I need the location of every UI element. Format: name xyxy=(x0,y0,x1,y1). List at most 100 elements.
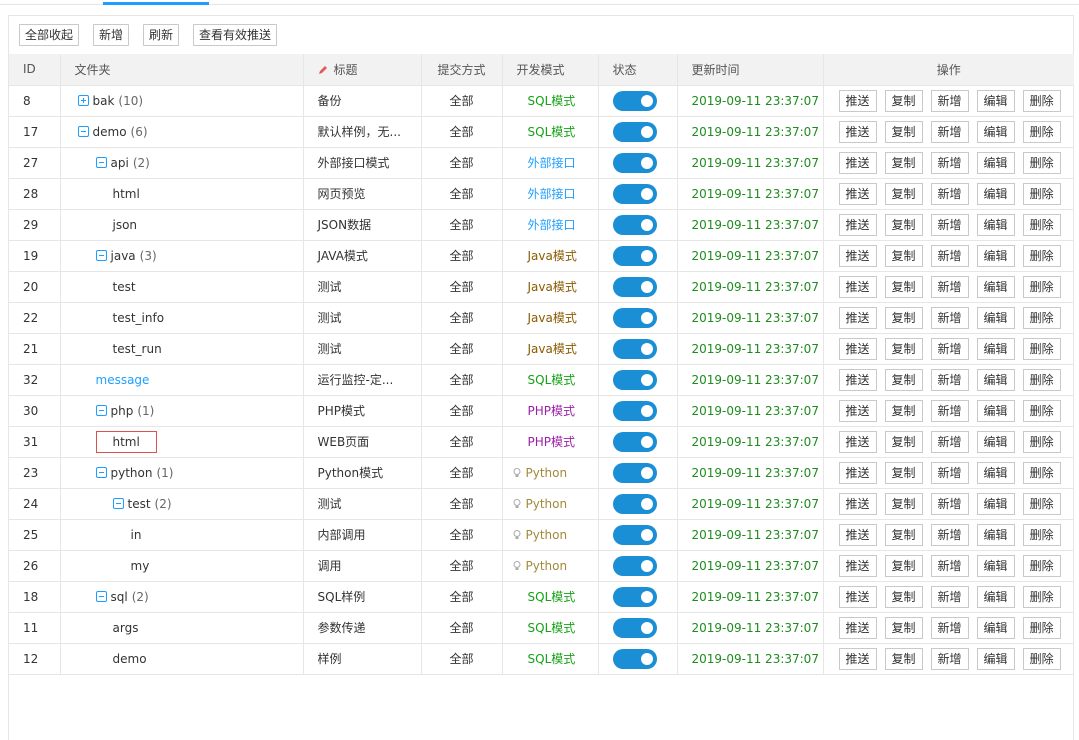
table-row[interactable]: 17 demo (6) 默认样例，无... 全部 SQL模式 2019-09-11 23:3… xyxy=(9,116,1074,148)
table-row[interactable]: 8 bak (10) 备份 全部 SQL模式 2019-09-11 23:37:07 推送 复制… xyxy=(9,85,1074,117)
folder-name[interactable]: my xyxy=(131,559,150,573)
delete-button[interactable]: 删除 xyxy=(1022,368,1061,391)
table-row[interactable]: 28 html 网页预览 全部 外部接口 2019-09-11 23:37:07 推送 复制新… xyxy=(9,178,1074,210)
folder-name[interactable]: demo xyxy=(113,652,147,666)
add-row-button[interactable]: 新增 xyxy=(930,492,969,515)
copy-button[interactable]: 复制 xyxy=(884,182,923,205)
status-toggle[interactable] xyxy=(612,276,657,297)
edit-button[interactable]: 编辑 xyxy=(976,399,1015,422)
push-button[interactable]: 推送 xyxy=(838,523,877,546)
folder-name[interactable]: java xyxy=(111,249,136,263)
copy-button[interactable]: 复制 xyxy=(884,151,923,174)
push-button[interactable]: 推送 xyxy=(838,120,877,143)
status-toggle[interactable] xyxy=(612,121,657,142)
delete-button[interactable]: 删除 xyxy=(1022,275,1061,298)
add-button[interactable]: 新增 xyxy=(93,24,130,46)
folder-name[interactable]: sql xyxy=(111,590,128,604)
status-toggle[interactable] xyxy=(612,524,657,545)
push-button[interactable]: 推送 xyxy=(838,430,877,453)
add-row-button[interactable]: 新增 xyxy=(930,647,969,670)
table-row[interactable]: 27 api (2) 外部接口模式 全部 外部接口 2019-09-11 23:37:07 推… xyxy=(9,147,1074,179)
collapse-icon[interactable] xyxy=(77,125,89,137)
status-toggle[interactable] xyxy=(612,431,657,452)
push-button[interactable]: 推送 xyxy=(838,213,877,236)
folder-name[interactable]: in xyxy=(131,528,142,542)
status-toggle[interactable] xyxy=(612,214,657,235)
edit-button[interactable]: 编辑 xyxy=(976,647,1015,670)
edit-button[interactable]: 编辑 xyxy=(976,244,1015,267)
add-row-button[interactable]: 新增 xyxy=(930,523,969,546)
delete-button[interactable]: 删除 xyxy=(1022,492,1061,515)
delete-button[interactable]: 删除 xyxy=(1022,213,1061,236)
push-button[interactable]: 推送 xyxy=(838,275,877,298)
edit-button[interactable]: 编辑 xyxy=(976,492,1015,515)
collapse-icon[interactable] xyxy=(95,156,107,168)
delete-button[interactable]: 删除 xyxy=(1022,182,1061,205)
status-toggle[interactable] xyxy=(612,183,657,204)
status-toggle[interactable] xyxy=(612,307,657,328)
folder-name[interactable]: python xyxy=(111,466,153,480)
delete-button[interactable]: 删除 xyxy=(1022,337,1061,360)
status-toggle[interactable] xyxy=(612,555,657,576)
push-button[interactable]: 推送 xyxy=(838,151,877,174)
edit-button[interactable]: 编辑 xyxy=(976,368,1015,391)
table-row[interactable]: 11 args 参数传递 全部 SQL模式 2019-09-11 23:37:07 推送 复制… xyxy=(9,612,1074,644)
add-row-button[interactable]: 新增 xyxy=(930,89,969,112)
copy-button[interactable]: 复制 xyxy=(884,554,923,577)
delete-button[interactable]: 删除 xyxy=(1022,120,1061,143)
status-toggle[interactable] xyxy=(612,152,657,173)
add-row-button[interactable]: 新增 xyxy=(930,554,969,577)
add-row-button[interactable]: 新增 xyxy=(930,244,969,267)
folder-name[interactable]: test xyxy=(113,280,136,294)
folder-name[interactable]: php xyxy=(111,404,134,418)
add-row-button[interactable]: 新增 xyxy=(930,585,969,608)
collapse-icon[interactable] xyxy=(95,590,107,602)
folder-name-link[interactable]: message xyxy=(96,373,150,387)
edit-button[interactable]: 编辑 xyxy=(976,120,1015,143)
push-button[interactable]: 推送 xyxy=(838,182,877,205)
push-button[interactable]: 推送 xyxy=(838,492,877,515)
edit-button[interactable]: 编辑 xyxy=(976,616,1015,639)
table-row[interactable]: 23 python (1) Python模式 全部 Python 2019-09-11 23… xyxy=(9,457,1074,489)
copy-button[interactable]: 复制 xyxy=(884,120,923,143)
delete-button[interactable]: 删除 xyxy=(1022,461,1061,484)
add-row-button[interactable]: 新增 xyxy=(930,151,969,174)
table-row[interactable]: 29 json JSON数据 全部 外部接口 2019-09-11 23:37:07 推送复… xyxy=(9,209,1074,241)
copy-button[interactable]: 复制 xyxy=(884,647,923,670)
push-button[interactable]: 推送 xyxy=(838,306,877,329)
push-button[interactable]: 推送 xyxy=(838,368,877,391)
push-button[interactable]: 推送 xyxy=(838,554,877,577)
edit-button[interactable]: 编辑 xyxy=(976,151,1015,174)
copy-button[interactable]: 复制 xyxy=(884,244,923,267)
status-toggle[interactable] xyxy=(612,493,657,514)
push-button[interactable]: 推送 xyxy=(838,337,877,360)
status-toggle[interactable] xyxy=(612,462,657,483)
copy-button[interactable]: 复制 xyxy=(884,89,923,112)
add-row-button[interactable]: 新增 xyxy=(930,461,969,484)
copy-button[interactable]: 复制 xyxy=(884,523,923,546)
collapse-icon[interactable] xyxy=(95,404,107,416)
folder-name[interactable]: args xyxy=(113,621,139,635)
status-toggle[interactable] xyxy=(612,648,657,669)
copy-button[interactable]: 复制 xyxy=(884,616,923,639)
delete-button[interactable]: 删除 xyxy=(1022,647,1061,670)
delete-button[interactable]: 删除 xyxy=(1022,523,1061,546)
folder-name[interactable]: html xyxy=(113,187,140,201)
table-row[interactable]: 25 in 内部调用 全部 Python 2019-09-11 23:37:07 推送 复制新… xyxy=(9,519,1074,551)
table-row[interactable]: 26 my 调用 全部 Python 2019-09-11 23:37:07 推送 复制 新增编… xyxy=(9,550,1074,582)
add-row-button[interactable]: 新增 xyxy=(930,213,969,236)
folder-name-highlighted[interactable]: html xyxy=(95,430,157,453)
status-toggle[interactable] xyxy=(612,369,657,390)
refresh-button[interactable]: 刷新 xyxy=(143,24,180,46)
add-row-button[interactable]: 新增 xyxy=(930,306,969,329)
folder-name[interactable]: test_info xyxy=(113,311,165,325)
push-button[interactable]: 推送 xyxy=(838,461,877,484)
status-toggle[interactable] xyxy=(612,586,657,607)
add-row-button[interactable]: 新增 xyxy=(930,182,969,205)
table-row[interactable]: 31 html WEB页面 全部 PHP模式 2019-09-11 23:37:07 推送复… xyxy=(9,426,1074,458)
push-button[interactable]: 推送 xyxy=(838,89,877,112)
collapse-icon[interactable] xyxy=(95,249,107,261)
delete-button[interactable]: 删除 xyxy=(1022,89,1061,112)
push-button[interactable]: 推送 xyxy=(838,616,877,639)
copy-button[interactable]: 复制 xyxy=(884,461,923,484)
